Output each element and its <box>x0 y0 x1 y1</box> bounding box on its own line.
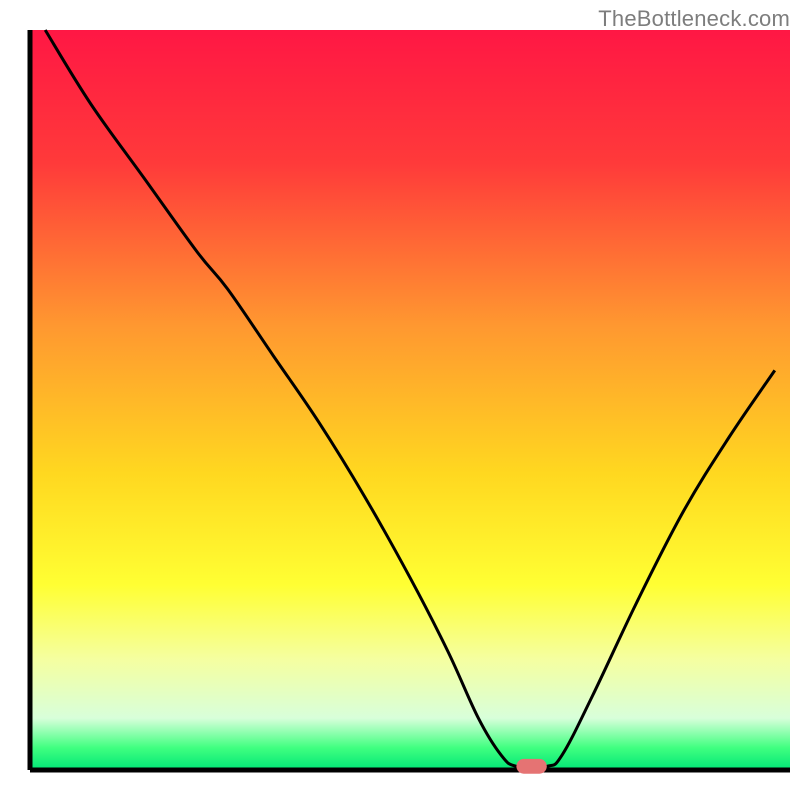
watermark-text: TheBottleneck.com <box>598 6 790 32</box>
plot-background <box>30 30 790 770</box>
bottleneck-chart: TheBottleneck.com <box>0 0 800 800</box>
optimal-marker <box>516 759 546 774</box>
chart-svg <box>0 0 800 800</box>
